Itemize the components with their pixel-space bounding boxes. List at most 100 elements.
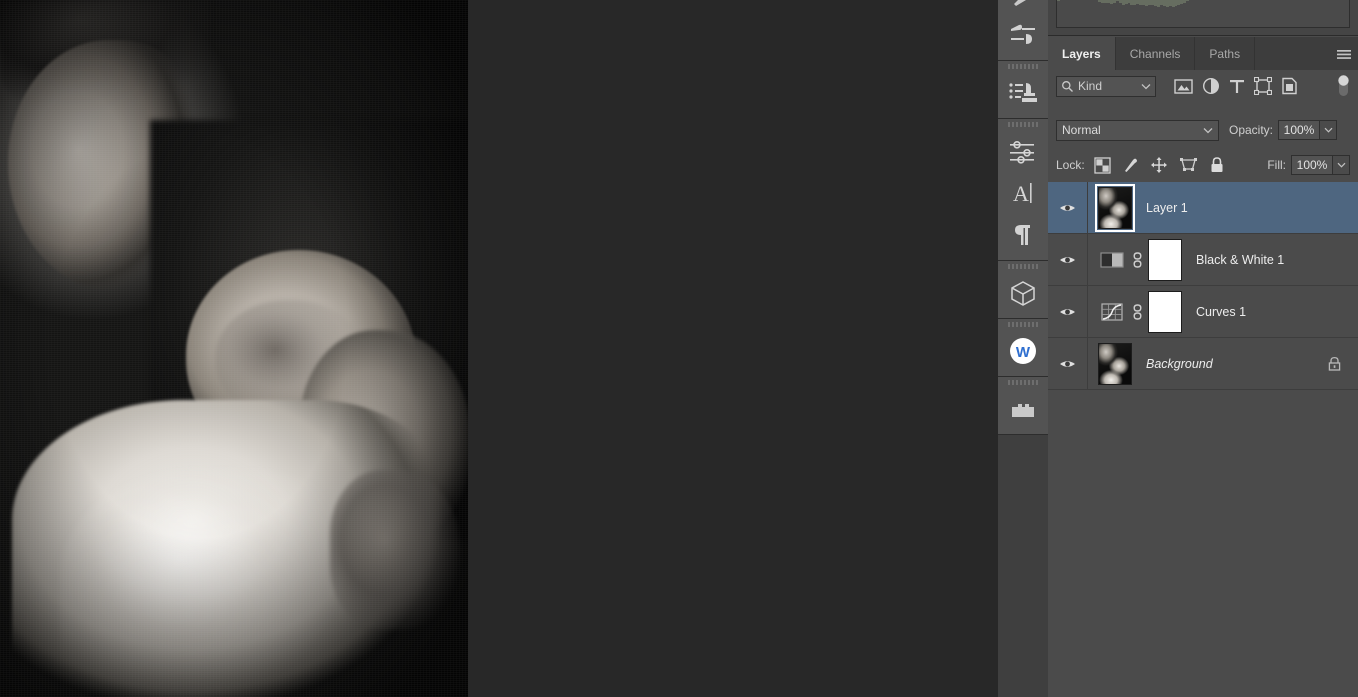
dock-group-clone-source [998,61,1048,119]
layer-thumbnails [1088,342,1132,385]
layer-thumbnail[interactable] [1095,183,1135,232]
layer-thumbnail[interactable] [1098,342,1132,385]
fill-field[interactable]: 100% [1291,155,1350,175]
pixel-layer-filter-icon[interactable] [1174,78,1193,95]
fill-label: Fill: [1267,158,1286,172]
character-icon[interactable]: A [998,172,1048,214]
layer-name[interactable]: Background [1146,357,1213,371]
canvas-area[interactable] [0,0,977,697]
opacity-label: Opacity: [1229,123,1274,137]
fill-value[interactable]: 100% [1291,155,1333,175]
layer-thumbnails [1088,183,1135,232]
filter-toggle-switch-icon[interactable] [1337,74,1350,99]
dock-group-3d [998,261,1048,319]
clone-source-icon[interactable] [998,72,1048,114]
black-and-white-adjustment-icon[interactable] [1098,248,1126,272]
table-row[interactable]: Background [1048,338,1358,390]
smart-object-filter-icon[interactable] [1281,77,1298,95]
dock-grip[interactable] [998,61,1048,72]
workflow-w-icon[interactable]: W [998,330,1048,372]
chevron-down-icon [1203,127,1213,133]
dock-group-libraries [998,377,1048,435]
tab-layers[interactable]: Layers [1048,37,1116,70]
panel-tab-strip: Layers Channels Paths [1048,37,1358,70]
lock-icons [1094,156,1225,174]
table-row[interactable]: Black & White 1 [1048,234,1358,286]
layer-visibility-toggle[interactable] [1048,286,1088,337]
layer-name[interactable]: Black & White 1 [1196,253,1284,267]
lock-icon [1328,356,1341,371]
brush-presets-icon[interactable] [998,0,1048,14]
photo-grain [0,0,468,697]
lock-transparent-pixels-icon[interactable] [1094,156,1111,174]
lock-image-pixels-icon[interactable] [1122,156,1139,174]
blend-mode-select[interactable]: Normal [1056,119,1219,141]
search-icon [1062,80,1073,92]
blend-mode-row: Normal Opacity: 100% [1048,118,1358,142]
layer-visibility-toggle[interactable] [1048,338,1088,389]
hamburger-menu-icon[interactable] [1330,37,1358,70]
type-layer-filter-icon[interactable] [1229,78,1245,95]
shape-layer-filter-icon[interactable] [1254,77,1272,95]
eye-icon [1060,360,1075,367]
svg-text:W: W [1016,344,1031,361]
lock-row: Lock: Fill: 100% [1048,153,1358,177]
dock-group-workflow: W [998,319,1048,377]
layer-mask-thumbnail[interactable] [1148,238,1182,281]
layer-name[interactable]: Layer 1 [1146,201,1188,215]
collapsed-panel-dock: A W [998,0,1048,697]
layer-visibility-toggle[interactable] [1048,182,1088,233]
adjustments-icon[interactable] [998,130,1048,172]
eye-icon [1060,256,1075,263]
histogram-graph [1056,0,1350,28]
filter-kind-label: Kind [1078,79,1103,93]
dock-grip[interactable] [998,119,1048,130]
filter-kind-select[interactable]: Kind [1056,75,1156,97]
layer-filter-row: Kind [1048,70,1358,102]
layers-list[interactable]: Layer 1 Black & White 1 Curves 1 Backgro… [1048,182,1358,697]
histogram-panel [1048,0,1358,36]
layer-mask-link-icon[interactable] [1126,250,1148,270]
dock-group-brushes [998,0,1048,61]
lock-position-icon[interactable] [1150,156,1168,174]
layer-mask-thumbnail[interactable] [1148,290,1182,333]
tab-spacer [1255,37,1330,70]
blend-mode-value: Normal [1062,123,1101,137]
curves-adjustment-icon[interactable] [1098,300,1126,324]
lock-label: Lock: [1056,158,1085,172]
chevron-down-icon [1141,83,1151,89]
dock-grip[interactable] [998,319,1048,330]
paragraph-icon[interactable] [998,214,1048,256]
histogram-bars [1057,0,1349,27]
opacity-dropdown-arrow[interactable] [1320,120,1338,140]
libraries-icon[interactable] [998,388,1048,430]
layer-lock-badge [1327,355,1342,372]
histogram-bar [1347,0,1349,27]
photoshop-window: A W Layers Channels Paths Kind Normal Op… [0,0,1358,697]
layer-thumbnail-image [1099,343,1131,384]
layers-panel-column: Layers Channels Paths Kind Normal Opacit… [1048,0,1358,697]
eye-icon [1060,308,1075,315]
lock-all-icon[interactable] [1209,156,1225,174]
eye-icon [1060,204,1075,211]
document-image[interactable] [0,0,468,697]
adjustment-layer-filter-icon[interactable] [1202,77,1220,95]
svg-text:A: A [1013,181,1029,206]
table-row[interactable]: Curves 1 [1048,286,1358,338]
opacity-field[interactable]: 100% [1278,120,1338,140]
tab-paths[interactable]: Paths [1195,37,1256,70]
layer-name[interactable]: Curves 1 [1196,305,1246,319]
dock-group-adjustments: A [998,119,1048,261]
layer-visibility-toggle[interactable] [1048,234,1088,285]
table-row[interactable]: Layer 1 [1048,182,1358,234]
brush-settings-icon[interactable] [998,14,1048,56]
layer-mask-link-icon[interactable] [1126,302,1148,322]
tab-channels[interactable]: Channels [1115,37,1196,70]
filter-type-icons [1174,77,1298,95]
dock-grip[interactable] [998,377,1048,388]
fill-dropdown-arrow[interactable] [1333,155,1350,175]
3d-cube-icon[interactable] [998,272,1048,314]
lock-artboard-nesting-icon[interactable] [1179,156,1198,174]
dock-grip[interactable] [998,261,1048,272]
opacity-value[interactable]: 100% [1278,120,1321,140]
